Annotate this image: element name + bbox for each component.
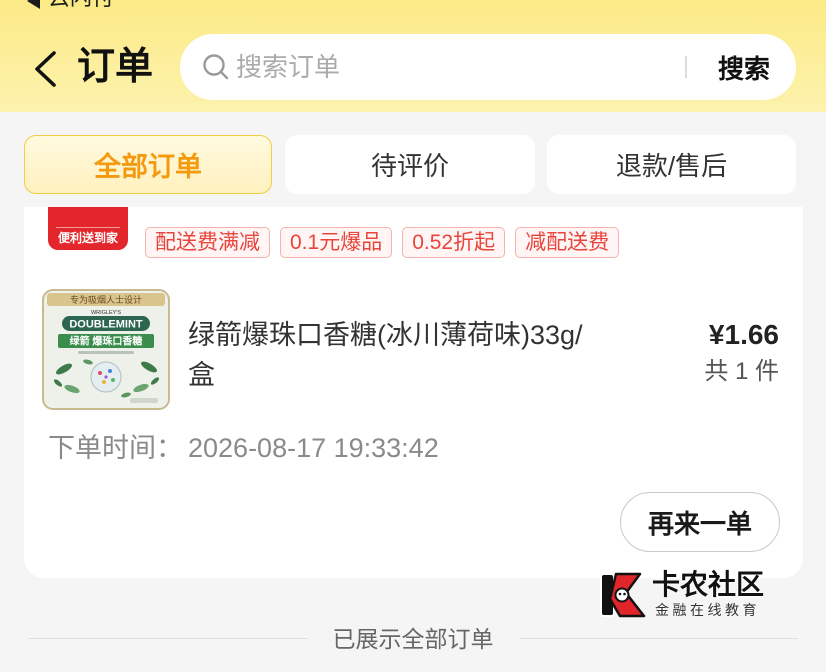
- promo-tag: 配送费满减: [145, 227, 270, 258]
- tin-gum-circle: [90, 361, 122, 393]
- product-image[interactable]: 专为吸烟人士设计 WRIGLEY'S DOUBLEMINT 绿箭 爆珠口香糖: [42, 289, 170, 410]
- tin-subtext-line: [78, 351, 134, 354]
- search-input[interactable]: [236, 34, 676, 100]
- product-name: 绿箭爆珠口香糖(冰川薄荷味)33g/盒: [188, 320, 583, 390]
- back-button[interactable]: [26, 46, 64, 92]
- watermark-title: 卡农社区: [652, 569, 765, 600]
- chevron-left-icon: [35, 51, 56, 87]
- tab-all-orders[interactable]: 全部订单: [24, 135, 272, 194]
- promo-tag: 减配送费: [515, 227, 620, 258]
- search-icon: [203, 54, 229, 80]
- end-of-list-text: 已展示全部订单: [332, 626, 494, 652]
- tab-to-review[interactable]: 待评价: [285, 135, 535, 194]
- store-logo-text: 便利送到家: [57, 231, 118, 245]
- back-to-app-link[interactable]: 云闪付: [20, 0, 130, 14]
- tin-brand: DOUBLEMINT: [69, 319, 143, 331]
- promo-tag: 0.1元爆品: [280, 227, 393, 258]
- product-quantity: 共 1 件: [704, 358, 779, 385]
- tin-banner-text: 绿箭 爆珠口香糖: [70, 335, 143, 348]
- tin-bottom-label: [130, 398, 158, 403]
- reorder-button[interactable]: 再来一单: [620, 492, 780, 552]
- promo-tag: 0.52折起: [402, 227, 506, 258]
- order-time-label: 下单时间：: [48, 433, 183, 463]
- product-price: ¥1.66: [708, 319, 779, 350]
- promo-tags: 配送费满减 0.1元爆品 0.52折起 减配送费: [145, 227, 620, 258]
- footer-divider-right: [520, 638, 798, 639]
- search-button[interactable]: 搜索: [695, 34, 793, 100]
- tin-top-band-text: 专为吸烟人士设计: [70, 294, 142, 305]
- order-card[interactable]: 便利送到家 配送费满减 0.1元爆品 0.52折起 减配送费 专为吸烟人士设计 …: [24, 207, 803, 578]
- watermark-subtitle: 金融在线教育: [655, 602, 760, 618]
- page-title: 订单: [77, 46, 154, 88]
- tin-brand-small: WRIGLEY'S: [91, 310, 121, 316]
- tab-refund-aftersale[interactable]: 退款/售后: [547, 135, 796, 194]
- back-triangle-icon: [27, 0, 40, 9]
- back-app-label: 云闪付: [48, 0, 114, 11]
- store-logo: 便利送到家: [48, 207, 128, 250]
- kanong-logo-icon: [600, 572, 646, 618]
- search-bar: 搜索: [180, 34, 796, 100]
- store-logo-divider: [56, 227, 120, 228]
- order-time-value: 2026-08-17 19:33:42: [188, 433, 439, 463]
- search-divider: [685, 56, 687, 78]
